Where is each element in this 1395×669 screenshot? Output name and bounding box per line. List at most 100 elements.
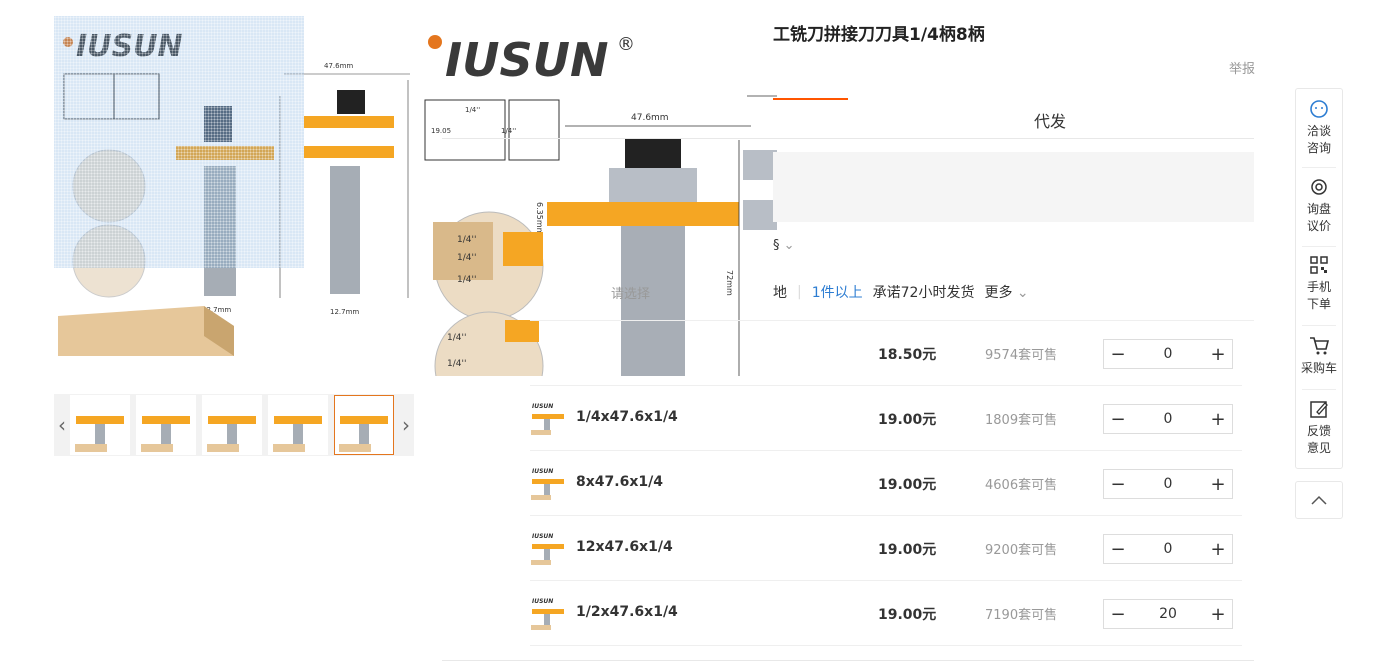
quantity-stepper: −0 +	[1103, 534, 1233, 564]
svg-text:IUSUN: IUSUN	[532, 403, 553, 410]
sku-name: 8x47.6x1/4	[576, 474, 663, 490]
target-icon	[1311, 179, 1327, 195]
edit-icon	[1310, 401, 1328, 418]
thumbnail[interactable]	[136, 395, 196, 455]
svg-text:IUSUN: IUSUN	[532, 533, 553, 540]
quantity-input[interactable]: 0	[1138, 476, 1198, 492]
min-qty-label: 1件以上	[811, 285, 863, 301]
spec-label: § ⌄	[773, 238, 795, 253]
bottom-divider	[442, 660, 1254, 661]
tab-daifa[interactable]: 代发	[1034, 108, 1066, 132]
svg-text:1/4'': 1/4''	[457, 275, 476, 285]
decrement-button[interactable]: −	[1104, 539, 1132, 560]
sku-stock: 1809套可售	[985, 413, 1058, 428]
svg-text:19.05: 19.05	[431, 127, 451, 135]
zoom-lens	[54, 16, 304, 268]
sku-row: 18.50元 9574套可售 −0 +	[530, 321, 1242, 386]
inquiry-button[interactable]: 询盘 议价	[1296, 177, 1342, 235]
zoom-logo-text: IUSUN	[445, 33, 608, 87]
thumbnail[interactable]	[268, 395, 328, 455]
svg-text:1/4'': 1/4''	[457, 235, 476, 245]
increment-button[interactable]: +	[1204, 604, 1232, 625]
sku-price: 19.00元	[878, 477, 937, 493]
sku-price: 19.00元	[878, 542, 937, 558]
quantity-stepper: −0 +	[1103, 339, 1233, 369]
feedback-button[interactable]: 反馈 意见	[1296, 399, 1342, 457]
sku-stock: 9574套可售	[985, 348, 1058, 363]
quantity-input[interactable]: 0	[1138, 411, 1198, 427]
svg-text:1/4'': 1/4''	[501, 127, 516, 135]
sku-price: 19.00元	[878, 412, 937, 428]
svg-text:72mm: 72mm	[725, 270, 734, 296]
overlay-placeholder-text: 请选择	[611, 287, 651, 302]
increment-button[interactable]: +	[1204, 409, 1232, 430]
qr-icon	[1310, 256, 1328, 274]
sku-price: 18.50元	[878, 347, 937, 363]
chevron-up-icon	[1311, 495, 1327, 505]
svg-text:6.35mm: 6.35mm	[535, 202, 544, 236]
sku-price: 19.00元	[878, 607, 937, 623]
cart-icon	[1310, 337, 1330, 355]
thumbnail-strip: ‹ ›	[54, 394, 414, 456]
quantity-stepper: −0 +	[1103, 404, 1233, 434]
chat-icon	[1310, 100, 1328, 118]
right-toolbar: 洽谈 咨询 询盘 议价 手机 下单 采购车 反馈 意见	[1295, 88, 1343, 469]
sku-stock: 9200套可售	[985, 543, 1058, 558]
shipping-info: 地 | 1件以上 承诺72小时发货 更多 ⌄	[773, 282, 1029, 302]
sku-name: 12x47.6x1/4	[576, 539, 673, 555]
quantity-input[interactable]: 20	[1138, 606, 1198, 622]
quantity-stepper: −20 +	[1103, 599, 1233, 629]
price-panel	[773, 152, 1254, 222]
sku-thumbnail[interactable]: IUSUN	[530, 530, 566, 566]
increment-button[interactable]: +	[1204, 539, 1232, 560]
sku-stock: 7190套可售	[985, 608, 1058, 623]
chevron-right-icon[interactable]: ›	[398, 394, 414, 456]
sku-thumbnail[interactable]: IUSUN	[530, 400, 566, 436]
svg-text:47.6mm: 47.6mm	[324, 62, 353, 70]
thumbnail[interactable]	[202, 395, 262, 455]
cart-button[interactable]: 采购车	[1296, 334, 1342, 377]
back-to-top-button[interactable]	[1295, 481, 1343, 519]
decrement-button[interactable]: −	[1104, 474, 1132, 495]
increment-button[interactable]: +	[1204, 474, 1232, 495]
decrement-button[interactable]: −	[1104, 604, 1132, 625]
sku-row: IUSUN 1/4x47.6x1/4 19.00元 1809套可售 −0 +	[530, 386, 1242, 451]
increment-button[interactable]: +	[1204, 344, 1232, 365]
svg-text:1/4'': 1/4''	[457, 253, 476, 263]
sku-thumbnail[interactable]: IUSUN	[530, 465, 566, 501]
mobile-order-button[interactable]: 手机 下单	[1296, 255, 1342, 313]
sku-thumbnail[interactable]: IUSUN	[530, 595, 566, 631]
quantity-stepper: −0 +	[1103, 469, 1233, 499]
sku-row: IUSUN 8x47.6x1/4 19.00元 4606套可售 −0 +	[530, 451, 1242, 516]
svg-text:®: ®	[617, 34, 635, 55]
consult-button[interactable]: 洽谈 咨询	[1296, 99, 1342, 157]
report-link[interactable]: 举报	[1229, 58, 1255, 77]
svg-text:1/4'': 1/4''	[447, 333, 466, 343]
svg-text:12.7mm: 12.7mm	[330, 308, 359, 316]
sku-row: IUSUN 1/2x47.6x1/4 19.00元 7190套可售 −20 +	[530, 581, 1242, 646]
chevron-down-icon: ⌄	[1016, 285, 1029, 301]
more-button[interactable]: 更多 ⌄	[984, 282, 1028, 302]
svg-text:IUSUN: IUSUN	[532, 598, 553, 605]
svg-text:1/4'': 1/4''	[447, 359, 466, 369]
sku-row: IUSUN 12x47.6x1/4 19.00元 9200套可售 −0 +	[530, 516, 1242, 581]
decrement-button[interactable]: −	[1104, 409, 1132, 430]
quantity-input[interactable]: 0	[1138, 346, 1198, 362]
thumbnail[interactable]	[70, 395, 130, 455]
thumbnail-active[interactable]	[334, 395, 394, 455]
decrement-button[interactable]: −	[1104, 344, 1132, 365]
svg-text:47.6mm: 47.6mm	[631, 113, 669, 123]
sku-name: 1/4x47.6x1/4	[576, 409, 678, 425]
tabs-divider	[442, 138, 1254, 139]
tab-active-indicator	[773, 98, 848, 100]
product-title: 工铣刀拼接刀刀具1/4柄8柄	[773, 25, 985, 45]
svg-text:IUSUN: IUSUN	[532, 468, 553, 475]
origin-label: 地	[773, 285, 787, 301]
shipping-promise: 承诺72小时发货	[872, 285, 975, 301]
sku-name: 1/2x47.6x1/4	[576, 604, 678, 620]
quantity-input[interactable]: 0	[1138, 541, 1198, 557]
svg-text:1/4'': 1/4''	[465, 106, 480, 114]
chevron-left-icon[interactable]: ‹	[54, 394, 70, 456]
chevron-down-icon: ⌄	[783, 238, 795, 253]
sku-stock: 4606套可售	[985, 478, 1058, 493]
